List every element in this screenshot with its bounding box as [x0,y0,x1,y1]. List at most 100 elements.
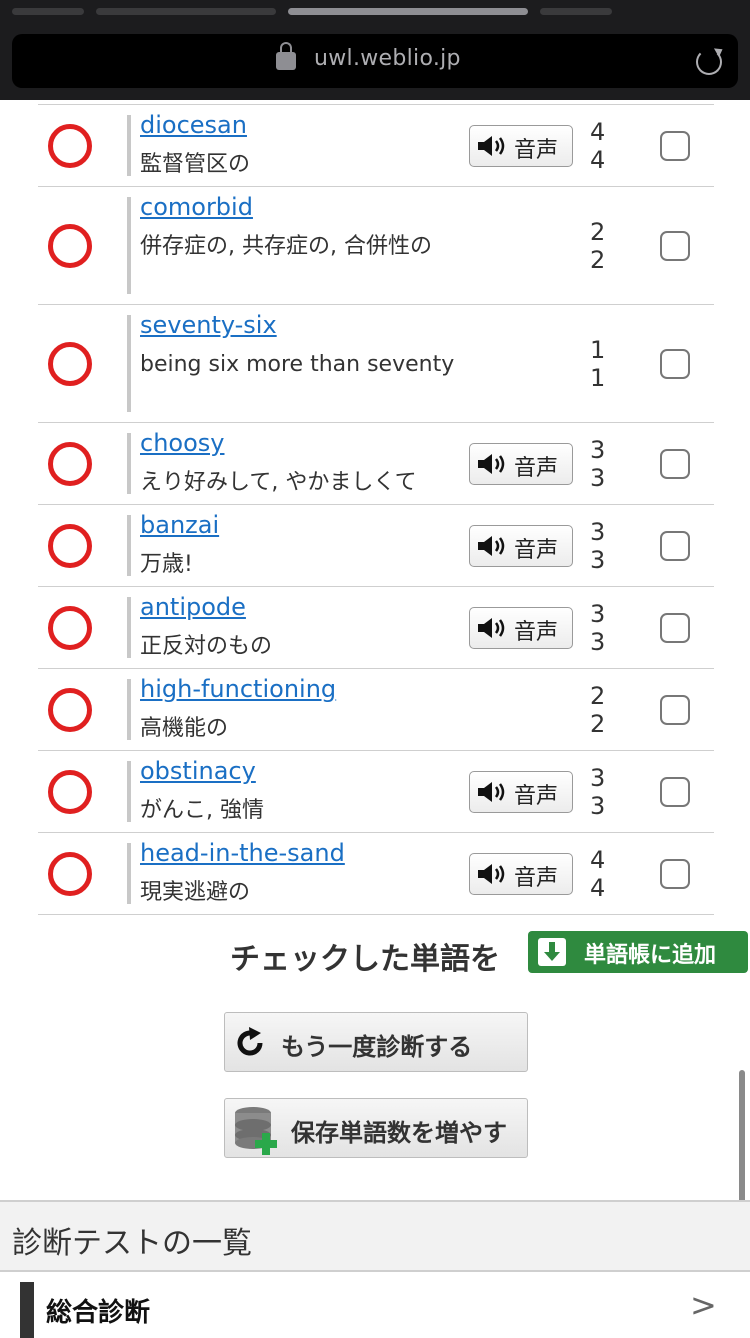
list-item: comorbid 併存症の, 共存症の, 合併性の 2 2 [38,187,714,305]
address-bar[interactable]: uwl.weblio.jp [12,34,738,88]
download-icon [538,938,566,966]
list-item: high-functioning 高機能の 2 2 [38,669,714,751]
correct-circle-icon [48,123,92,168]
list-item: choosy えり好みして, やかましくて 音声 3 3 [38,423,714,505]
speaker-icon [478,135,505,156]
word-score: 4 4 [590,117,614,174]
word-definition: 監督管区の [140,152,251,177]
word-link[interactable]: diocesan [140,111,247,139]
word-link[interactable]: choosy [140,429,224,457]
retry-label: もう一度診断する [281,1033,473,1061]
diagnosis-test-list-header: 診断テストの一覧 [0,1200,750,1272]
word-checkbox[interactable] [660,694,690,725]
row-divider-bar [127,597,131,658]
lock-icon [276,42,296,70]
row-divider-bar [127,315,131,412]
speaker-icon [478,617,505,638]
speaker-icon [478,863,505,884]
url-text[interactable]: uwl.weblio.jp [314,46,461,71]
audio-button[interactable]: 音声 [469,442,573,485]
retry-button[interactable]: もう一度診断する [224,1012,528,1072]
database-add-icon [235,1107,277,1155]
word-definition: えり好みして, やかましくて [140,470,417,495]
add-to-wordbook-button[interactable]: 単語帳に追加 [528,931,748,973]
audio-button[interactable]: 音声 [469,124,573,167]
correct-circle-icon [48,341,92,386]
list-item: antipode 正反対のもの 音声 3 3 [38,587,714,669]
word-checkbox[interactable] [660,530,690,561]
word-checkbox[interactable] [660,776,690,807]
word-link[interactable]: antipode [140,593,246,621]
increase-saved-button[interactable]: 保存単語数を増やす [224,1098,528,1158]
correct-circle-icon [48,523,92,568]
tab-indicator[interactable] [12,8,84,15]
word-checkbox[interactable] [660,858,690,889]
row-divider-bar [127,433,131,494]
tab-indicator-active[interactable] [288,8,528,15]
word-link[interactable]: seventy-six [140,311,277,339]
row-divider-bar [127,515,131,576]
list-item: obstinacy がんこ, 強情 音声 3 3 [38,751,714,833]
word-definition: 万歳! [140,552,193,577]
audio-button-label: 音声 [514,455,559,481]
word-score: 3 3 [590,763,614,820]
audio-button-label: 音声 [514,783,559,809]
word-definition: がんこ, 強情 [140,798,264,823]
tab-indicator[interactable] [96,8,276,15]
menu-item-overall-diagnosis[interactable]: 総合診断 > [0,1272,750,1338]
audio-button[interactable]: 音声 [469,524,573,567]
add-to-wordbook-label: 単語帳に追加 [584,943,717,968]
refresh-icon [237,1027,263,1056]
word-definition: being six more than seventy [140,352,455,377]
row-divider-bar [127,197,131,294]
word-link[interactable]: high-functioning [140,675,336,703]
word-checkbox[interactable] [660,130,690,161]
chevron-right-icon: > [690,1286,717,1324]
word-checkbox[interactable] [660,448,690,479]
word-link[interactable]: banzai [140,511,219,539]
word-definition: 現実逃避の [140,880,251,905]
menu-item-label: 総合診断 [46,1298,151,1328]
word-definition: 高機能の [140,716,229,741]
audio-button[interactable]: 音声 [469,606,573,649]
list-item: banzai 万歳! 音声 3 3 [38,505,714,587]
audio-button[interactable]: 音声 [469,770,573,813]
word-score: 3 3 [590,435,614,492]
word-score: 1 1 [590,335,614,392]
reload-icon[interactable] [696,49,722,75]
word-score: 3 3 [590,517,614,574]
list-item: diocesan 監督管区の 音声 4 4 [38,105,714,187]
word-link[interactable]: obstinacy [140,757,256,785]
word-checkbox[interactable] [660,348,690,379]
increase-saved-label: 保存単語数を増やす [291,1119,507,1147]
audio-button-label: 音声 [514,619,559,645]
word-link[interactable]: head-in-the-sand [140,839,345,867]
browser-chrome: uwl.weblio.jp [0,0,750,100]
menu-item-marker [20,1282,34,1338]
correct-circle-icon [48,223,92,268]
correct-circle-icon [48,441,92,486]
audio-button[interactable]: 音声 [469,852,573,895]
word-checkbox[interactable] [660,612,690,643]
speaker-icon [478,535,505,556]
speaker-icon [478,453,505,474]
list-item: seventy-six being six more than seventy 1 … [38,305,714,423]
row-divider-bar [127,761,131,822]
tab-indicator[interactable] [540,8,612,15]
word-score: 3 3 [590,599,614,656]
row-divider-bar [127,679,131,740]
audio-button-label: 音声 [514,137,559,163]
correct-circle-icon [48,605,92,650]
row-divider-bar [127,843,131,904]
row-divider-bar [127,115,131,176]
correct-circle-icon [48,851,92,896]
word-score: 4 4 [590,845,614,902]
section-title: 診断テストの一覧 [12,1226,252,1261]
checked-words-label: チェックした単語を [230,942,500,977]
word-checkbox[interactable] [660,230,690,261]
list-item: head-in-the-sand 現実逃避の 音声 4 4 [38,833,714,915]
word-score: 2 2 [590,217,614,274]
word-definition: 正反対のもの [140,634,273,659]
word-link[interactable]: comorbid [140,193,253,221]
correct-circle-icon [48,687,92,732]
